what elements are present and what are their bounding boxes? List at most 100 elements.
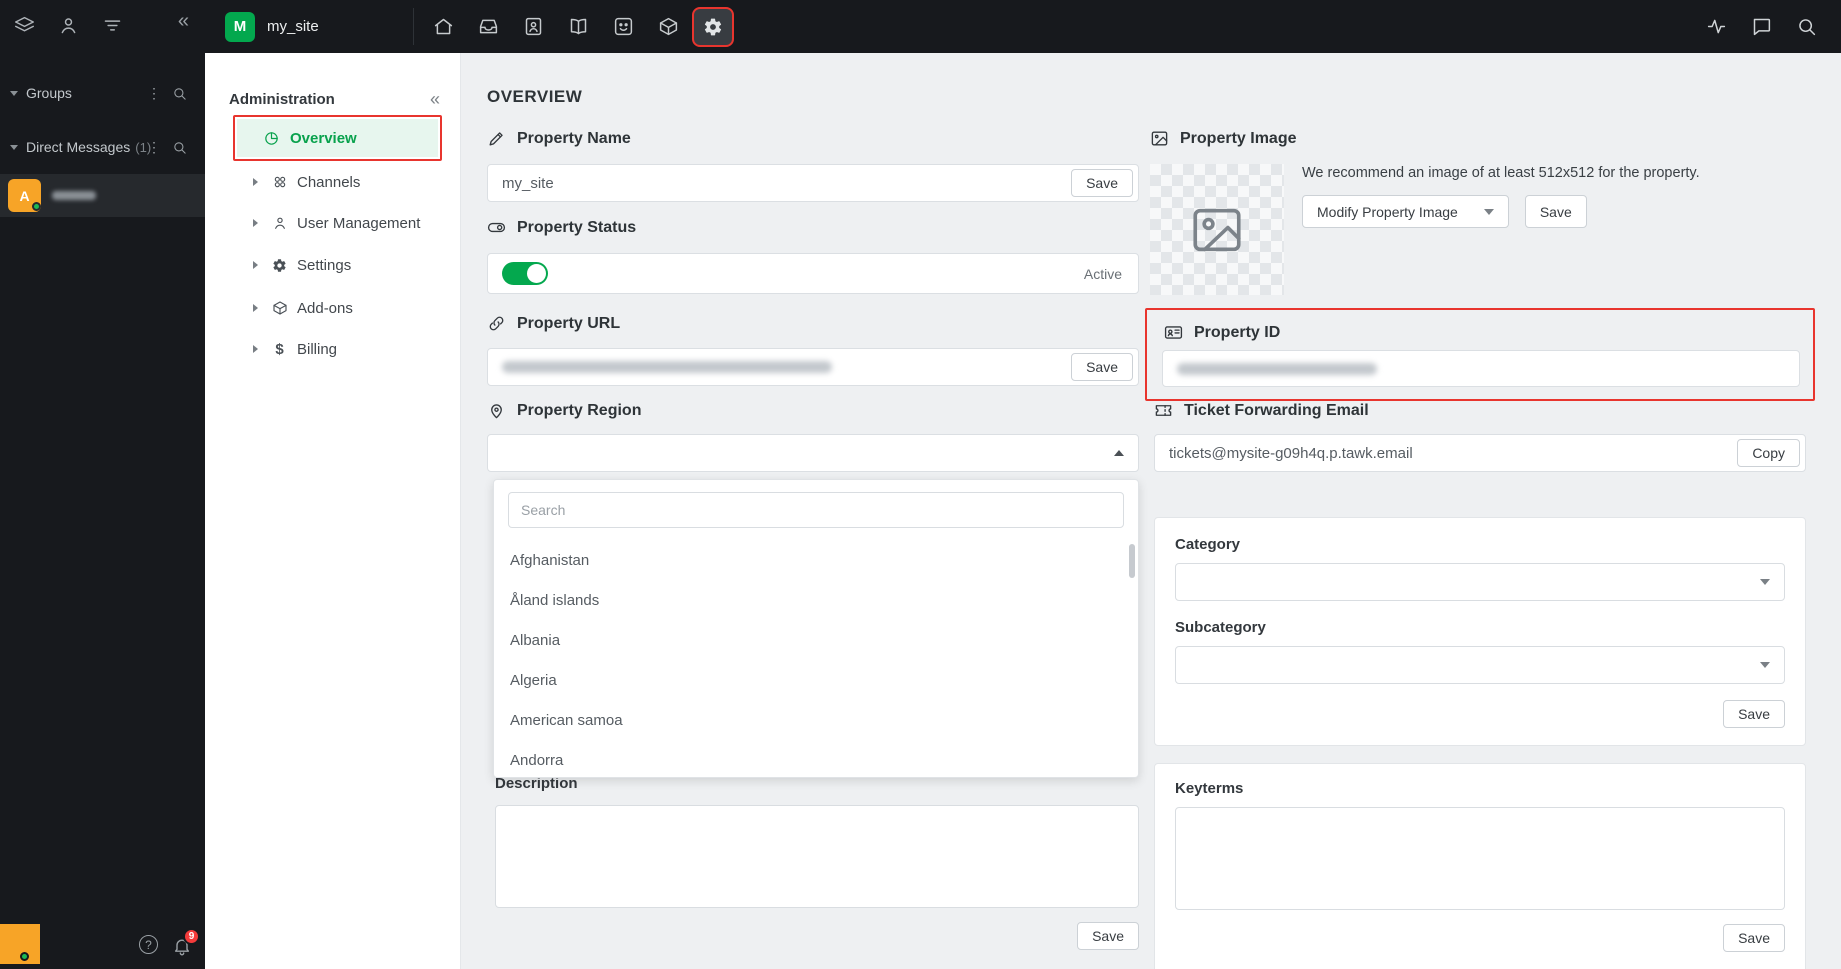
workspace-rail: « Groups ⋮ Direct Messages (1) ⋮ A ? 9 (0, 0, 205, 969)
image-card-icon (1151, 131, 1168, 146)
property-id-label: Property ID (1164, 323, 1280, 342)
keyterms-textarea[interactable] (1175, 807, 1785, 910)
ticket-icon (1155, 405, 1172, 416)
property-status-label: Property Status (487, 218, 636, 237)
sidebar-item-label: Add-ons (297, 299, 353, 317)
online-status-dot (20, 952, 29, 961)
groups-kebab-icon[interactable]: ⋮ (147, 85, 161, 102)
save-button[interactable]: Save (1723, 924, 1785, 952)
chevron-right-icon (253, 261, 258, 269)
save-button[interactable]: Save (1071, 169, 1133, 197)
home-icon[interactable] (433, 16, 454, 37)
gear-icon (704, 18, 722, 35)
rail-top-icons: « (0, 0, 205, 53)
property-image-placeholder (1150, 164, 1284, 295)
sidebar-item-billing[interactable]: $ Billing (205, 334, 461, 364)
apps-icon[interactable] (658, 16, 679, 37)
chevron-up-icon (1114, 450, 1124, 456)
property-region-select[interactable] (487, 434, 1139, 472)
keyterms-label: Keyterms (1175, 780, 1244, 797)
rail-collapse-icon[interactable]: « (178, 10, 189, 33)
add-ons-icon (271, 300, 288, 316)
sidebar-item-label: Billing (297, 340, 338, 358)
help-icon[interactable]: ? (139, 935, 158, 954)
save-button[interactable]: Save (1077, 922, 1139, 950)
activity-pulse-icon[interactable] (1706, 16, 1727, 37)
image-icon (1193, 208, 1241, 251)
knowledge-base-icon[interactable] (568, 16, 589, 37)
settings-icon (271, 258, 288, 273)
region-option[interactable]: Åland islands (494, 580, 1138, 620)
dm-conversation-item[interactable]: A (0, 174, 205, 217)
sidebar-item-label: Overview (290, 129, 357, 147)
dm-kebab-icon[interactable]: ⋮ (147, 139, 161, 156)
settings-gear-active[interactable] (692, 6, 734, 47)
groups-section-header[interactable]: Groups ⋮ (0, 80, 205, 106)
dm-user-name-redacted (52, 191, 96, 200)
chevron-right-icon (253, 345, 258, 353)
sidebar-item-label: User Management (297, 214, 421, 232)
category-select[interactable] (1175, 563, 1785, 601)
admin-sidebar-title: Administration (229, 91, 335, 108)
chevron-down-icon (1483, 208, 1494, 215)
sidebar-item-overview[interactable]: Overview (237, 119, 438, 157)
copy-button[interactable]: Copy (1737, 439, 1800, 467)
overview-icon (265, 131, 278, 145)
property-url-redacted (502, 361, 832, 373)
location-pin-icon (491, 404, 502, 419)
description-textarea[interactable] (495, 805, 1139, 908)
site-switcher[interactable]: M my_site (225, 0, 319, 53)
status-toggle[interactable] (502, 262, 548, 285)
filter-icon[interactable] (102, 15, 123, 36)
topbar-divider (413, 8, 414, 45)
region-dropdown: Afghanistan Åland islands Albania Algeri… (493, 479, 1139, 778)
subcategory-label: Subcategory (1175, 619, 1266, 636)
property-id-redacted (1177, 362, 1377, 375)
channels-icon (271, 174, 288, 190)
people-icon[interactable] (58, 15, 79, 36)
sidebar-collapse-icon[interactable]: « (430, 89, 440, 110)
subcategory-select[interactable] (1175, 646, 1785, 684)
chevron-down-icon (1760, 579, 1770, 585)
region-option[interactable]: Albania (494, 620, 1138, 660)
region-option[interactable]: Andorra (494, 740, 1138, 777)
inbox-icon[interactable] (478, 16, 499, 37)
region-search-input[interactable] (508, 492, 1124, 528)
property-id-field[interactable] (1162, 350, 1800, 387)
sidebar-item-channels[interactable]: Channels (205, 167, 461, 197)
notifications-bell-icon[interactable]: 9 (172, 928, 200, 956)
pencil-icon (489, 132, 503, 146)
save-button[interactable]: Save (1524, 195, 1587, 228)
property-url-field[interactable]: Save (487, 348, 1139, 386)
category-label: Category (1175, 536, 1241, 553)
chevron-right-icon (253, 219, 258, 227)
save-button[interactable]: Save (1071, 353, 1133, 381)
sidebar-item-user-management[interactable]: User Management (205, 208, 461, 238)
groups-label: Groups (26, 85, 72, 101)
region-option[interactable]: Algeria (494, 660, 1138, 700)
chatbot-icon[interactable] (613, 16, 634, 37)
property-name-value[interactable]: my_site (502, 175, 1071, 192)
billing-icon: $ (275, 340, 284, 358)
sidebar-item-settings[interactable]: Settings (205, 250, 461, 280)
chevron-down-icon (10, 90, 18, 96)
property-status-card: Active (487, 253, 1139, 294)
property-url-label: Property URL (487, 314, 620, 333)
region-option[interactable]: Afghanistan (494, 540, 1138, 580)
sidebar-item-add-ons[interactable]: Add-ons (205, 293, 461, 323)
scrollbar-thumb[interactable] (1129, 544, 1135, 578)
link-icon (489, 316, 504, 331)
category-card: Category Subcategory Save (1154, 517, 1806, 746)
region-option[interactable]: American samoa (494, 700, 1138, 740)
groups-stack-icon[interactable] (14, 15, 35, 36)
search-icon[interactable] (1796, 16, 1817, 37)
annotation-box-property-id: Property ID (1145, 308, 1815, 401)
modify-property-image-button[interactable]: Modify Property Image (1302, 195, 1509, 228)
save-button[interactable]: Save (1723, 700, 1785, 728)
contacts-icon[interactable] (523, 16, 544, 37)
property-name-label: Property Name (487, 129, 631, 148)
groups-search-icon[interactable] (172, 86, 187, 101)
dm-search-icon[interactable] (172, 140, 187, 155)
direct-messages-header[interactable]: Direct Messages (1) ⋮ (0, 134, 205, 160)
messages-icon[interactable] (1751, 16, 1772, 37)
